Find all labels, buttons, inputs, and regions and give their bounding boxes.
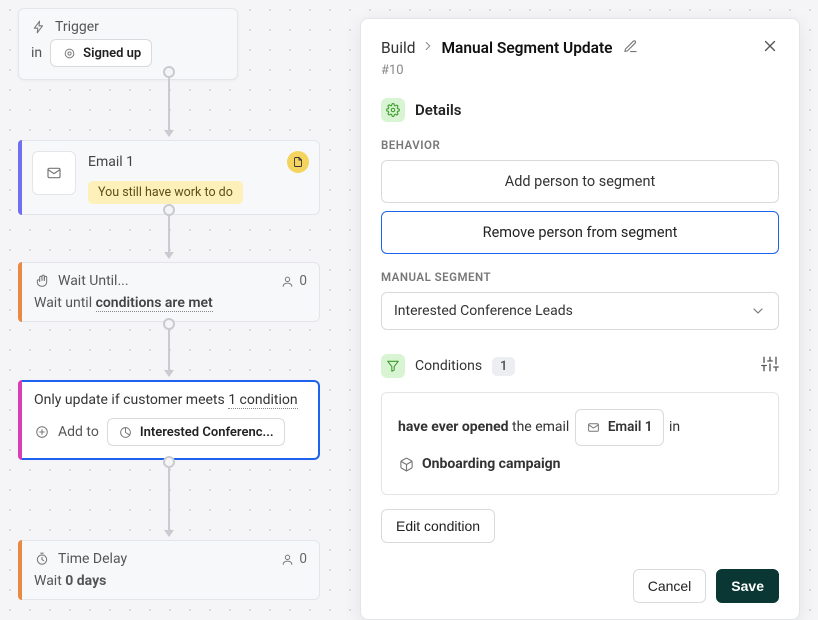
- hand-icon: [34, 273, 50, 289]
- delay-pre: Wait: [34, 573, 65, 589]
- behavior-field-label: BEHAVIOR: [381, 138, 779, 152]
- manual-segment-value: Interested Conference Leads: [394, 303, 573, 319]
- step-id: #10: [381, 63, 779, 78]
- stopwatch-icon: [34, 551, 50, 567]
- trigger-in-label: in: [31, 45, 42, 61]
- wait-until-label: Wait Until...: [58, 273, 129, 289]
- manual-segment-field-label: MANUAL SEGMENT: [381, 270, 779, 284]
- people-count: 0: [279, 551, 307, 567]
- behavior-option-remove[interactable]: Remove person from segment: [381, 211, 779, 254]
- detail-panel: Build Manual Segment Update #10 Details …: [360, 18, 800, 620]
- person-icon: [279, 551, 295, 567]
- segment-condition-link[interactable]: 1 condition: [228, 392, 297, 409]
- trigger-node[interactable]: Trigger in Signed up: [18, 8, 238, 80]
- trigger-event-label: Signed up: [83, 46, 141, 61]
- behavior-radio-group: Add person to segment Remove person from…: [381, 160, 779, 254]
- draft-badge: [287, 151, 309, 173]
- segment-update-node[interactable]: Only update if customer meets 1 conditio…: [18, 380, 320, 460]
- chevron-right-icon: [421, 39, 435, 57]
- bolt-icon: [31, 19, 47, 35]
- trigger-label: Trigger: [55, 19, 99, 35]
- delay-value: 0 days: [65, 573, 106, 589]
- condition-post: in: [669, 419, 680, 435]
- edit-title-button[interactable]: [623, 39, 638, 58]
- email-thumbnail: [32, 151, 76, 195]
- condition-email-chip[interactable]: Email 1: [575, 409, 664, 446]
- segment-condition-pre: Only update if customer meets: [34, 392, 228, 408]
- envelope-icon: [586, 420, 602, 436]
- segment-name: Interested Conferenc...: [140, 425, 274, 440]
- gear-icon: [381, 98, 405, 122]
- segment-icon: [118, 424, 134, 440]
- close-button[interactable]: [761, 37, 779, 59]
- conditions-count-badge: 1: [492, 357, 515, 376]
- behavior-option-add[interactable]: Add person to segment: [381, 160, 779, 203]
- connector: [168, 324, 170, 376]
- people-count: 0: [279, 273, 307, 289]
- cancel-button[interactable]: Cancel: [633, 569, 707, 603]
- wait-pre: Wait until: [34, 295, 96, 311]
- conditions-section-label: Conditions: [415, 358, 482, 374]
- person-icon: [279, 273, 295, 289]
- email-subject-chip: You still have work to do: [88, 181, 243, 204]
- target-icon: [61, 45, 77, 61]
- delay-label: Time Delay: [58, 551, 127, 567]
- trigger-event-pill[interactable]: Signed up: [50, 39, 152, 67]
- edit-condition-button[interactable]: Edit condition: [381, 509, 495, 543]
- manual-segment-select[interactable]: Interested Conference Leads: [381, 292, 779, 330]
- segment-name-pill[interactable]: Interested Conferenc...: [107, 418, 285, 446]
- add-segment-icon: [34, 424, 50, 440]
- cube-icon: [398, 456, 414, 472]
- condition-mid: the email: [509, 419, 573, 435]
- breadcrumb-root[interactable]: Build: [381, 39, 415, 57]
- envelope-icon: [46, 165, 62, 181]
- wait-until-node[interactable]: Wait Until... 0 Wait until conditions ar…: [18, 262, 320, 322]
- condition-email-label: Email 1: [608, 414, 653, 441]
- add-to-label: Add to: [58, 424, 99, 440]
- connector: [168, 462, 170, 536]
- save-button[interactable]: Save: [716, 569, 779, 603]
- details-section-label: Details: [415, 101, 461, 119]
- condition-summary: have ever opened the email Email 1 in On…: [381, 392, 779, 495]
- adjust-conditions-button[interactable]: [761, 355, 779, 377]
- wait-conditions-link[interactable]: conditions are met: [96, 295, 213, 312]
- connector: [168, 210, 170, 258]
- filter-icon: [381, 354, 405, 378]
- condition-campaign: Onboarding campaign: [422, 450, 561, 478]
- chevron-down-icon: [750, 303, 766, 319]
- email-title: Email 1: [88, 154, 134, 170]
- connector: [168, 72, 170, 136]
- time-delay-node[interactable]: Time Delay 0 Wait 0 days: [18, 540, 320, 600]
- condition-prefix-bold: have ever opened: [398, 419, 509, 435]
- panel-title: Manual Segment Update: [441, 39, 612, 57]
